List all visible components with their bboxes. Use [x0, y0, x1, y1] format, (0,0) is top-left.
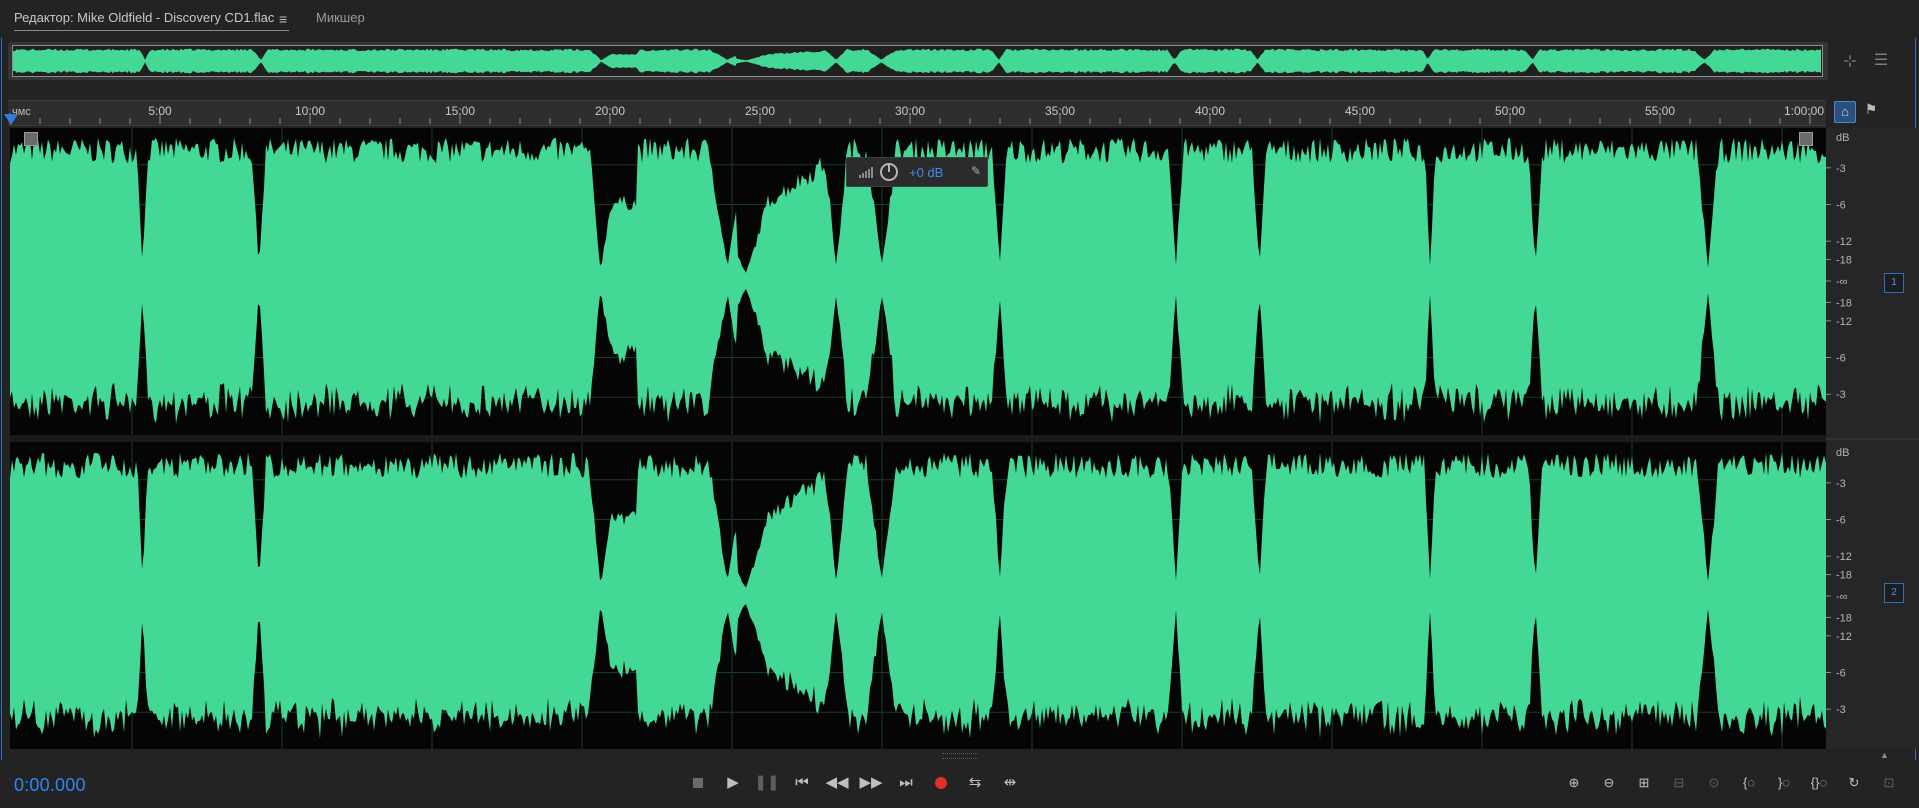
- db-label: -6: [1836, 515, 1846, 527]
- zoom-reset-icon[interactable]: ↻: [1840, 771, 1868, 795]
- waveform-channels: [10, 128, 1826, 749]
- db-label: -18: [1836, 570, 1852, 582]
- tab-editor[interactable]: Редактор: Mike Oldfield - Discovery CD1.…: [14, 10, 274, 25]
- db-label: -12: [1836, 236, 1852, 248]
- zoom-out-amplitude-icon[interactable]: ⊖: [1595, 771, 1623, 795]
- time-display[interactable]: 0:00.000: [14, 775, 86, 796]
- zoom-selection-icon[interactable]: ⊡: [1875, 771, 1903, 795]
- db-label: -3: [1836, 163, 1846, 175]
- db-label: -3: [1836, 389, 1846, 401]
- skip-to-start-icon[interactable]: ⏮: [789, 771, 815, 795]
- db-label: -3: [1836, 478, 1846, 490]
- fade-in-handle[interactable]: [24, 132, 38, 146]
- ruler-tick-label: 10:00: [295, 104, 325, 118]
- db-label: -6: [1836, 353, 1846, 365]
- channel-2-badge[interactable]: 2: [1884, 583, 1904, 603]
- record-icon[interactable]: [928, 771, 954, 795]
- ruler-tick-label: 45:00: [1345, 104, 1375, 118]
- channel-1-badge[interactable]: 1: [1884, 273, 1904, 293]
- zoom-in-amplitude-icon[interactable]: ⊕: [1560, 771, 1588, 795]
- pin-icon[interactable]: ✎: [971, 164, 981, 178]
- time-ruler[interactable]: чмс 5:00 10:00 15:00 20:00 25:00 30:00 35:00 40:…: [8, 100, 1826, 126]
- level-meter-icon: [859, 167, 873, 178]
- db-label: -6: [1836, 668, 1846, 680]
- panel-menu-icon[interactable]: ☰: [1870, 50, 1892, 70]
- zoom-out-full-icon[interactable]: {}◌: [1805, 771, 1833, 795]
- fade-out-handle[interactable]: [1799, 132, 1813, 146]
- channel-divider: [10, 435, 1826, 442]
- ruler-tick-label: 55:00: [1645, 104, 1675, 118]
- time-ruler-ticks: чмс 5:00 10:00 15:00 20:00 25:00 30:00 35:00 40:…: [9, 104, 1824, 124]
- tab-mixer[interactable]: Микшер: [316, 10, 365, 25]
- zoom-in-time-icon[interactable]: ⊞: [1630, 771, 1658, 795]
- volume-knob-icon[interactable]: [880, 163, 898, 181]
- db-unit-label: dB: [1836, 132, 1849, 144]
- db-label: -∞: [1836, 591, 1848, 603]
- amplitude-scale: dB -3 -6 -12 -18 -∞ -18 -12 -6 -3 dB -3 -6 -12 -18 -∞ -1…: [1826, 128, 1919, 749]
- scroll-up-icon[interactable]: ▲: [1880, 750, 1889, 760]
- resize-grip[interactable]: [942, 753, 978, 759]
- db-label: -∞: [1836, 276, 1848, 288]
- db-label: -3: [1836, 704, 1846, 716]
- volume-value[interactable]: +0 dB: [909, 165, 943, 180]
- ruler-tick-label: 20:00: [595, 104, 625, 118]
- waveform-display[interactable]: [10, 128, 1826, 749]
- playhead-handle[interactable]: [4, 114, 18, 125]
- overview-navigator[interactable]: [12, 45, 1823, 77]
- rewind-icon[interactable]: ◀◀: [824, 771, 850, 795]
- db-unit-label: dB: [1836, 447, 1849, 459]
- db-label: -18: [1836, 255, 1852, 267]
- db-label: -18: [1836, 612, 1852, 624]
- skip-to-end-icon[interactable]: ⏭: [893, 771, 919, 795]
- tab-bar: Редактор: Mike Oldfield - Discovery CD1.…: [0, 0, 1919, 38]
- db-label: -12: [1836, 551, 1852, 563]
- ruler-tick-label: 1:00:00: [1784, 104, 1824, 118]
- zoom-out-time-icon[interactable]: ⊟: [1665, 771, 1693, 795]
- ruler-tick-label: 50:00: [1495, 104, 1525, 118]
- active-tab-indicator: [14, 30, 289, 31]
- headphones-icon[interactable]: ⌂: [1834, 101, 1856, 123]
- zoom-navigator-icon[interactable]: ⊹: [1840, 51, 1860, 71]
- ruler-tick-label: 30:00: [895, 104, 925, 118]
- overview-waveform: [13, 46, 1822, 76]
- ruler-tick-label: 40:00: [1195, 104, 1225, 118]
- overview-wave-shape: [13, 48, 1821, 74]
- db-scale-labels: dB -3 -6 -12 -18 -∞ -18 -12 -6 -3 dB -3 -6 -12 -18 -∞ -1…: [1826, 132, 1919, 716]
- marker-icon[interactable]: ⚑: [1862, 101, 1880, 118]
- skip-selection-icon[interactable]: ⇹: [997, 771, 1023, 795]
- loop-icon[interactable]: ⇆: [962, 771, 988, 795]
- stop-icon[interactable]: [685, 771, 711, 795]
- db-label: -12: [1836, 631, 1852, 643]
- fast-forward-icon[interactable]: ▶▶: [858, 771, 884, 795]
- db-label: -12: [1836, 316, 1852, 328]
- play-icon[interactable]: ▶: [720, 771, 746, 795]
- db-label: -6: [1836, 200, 1846, 212]
- db-label: -18: [1836, 297, 1852, 309]
- zoom-in-right-icon[interactable]: }◌: [1770, 771, 1798, 795]
- ruler-tick-label: 35:00: [1045, 104, 1075, 118]
- zoom-in-left-icon[interactable]: {◌: [1735, 771, 1763, 795]
- volume-hud[interactable]: +0 dB ✎: [846, 157, 988, 187]
- hamburger-icon[interactable]: ≡: [279, 11, 287, 27]
- ruler-tick-label: 5:00: [148, 104, 172, 118]
- ruler-tick-label: 25:00: [745, 104, 775, 118]
- pause-icon[interactable]: ❚❚: [754, 771, 780, 795]
- channel-waveform: [10, 452, 1826, 739]
- ruler-tick-label: 15:00: [445, 104, 475, 118]
- zoom-to-selection-icon[interactable]: ⊙: [1700, 771, 1728, 795]
